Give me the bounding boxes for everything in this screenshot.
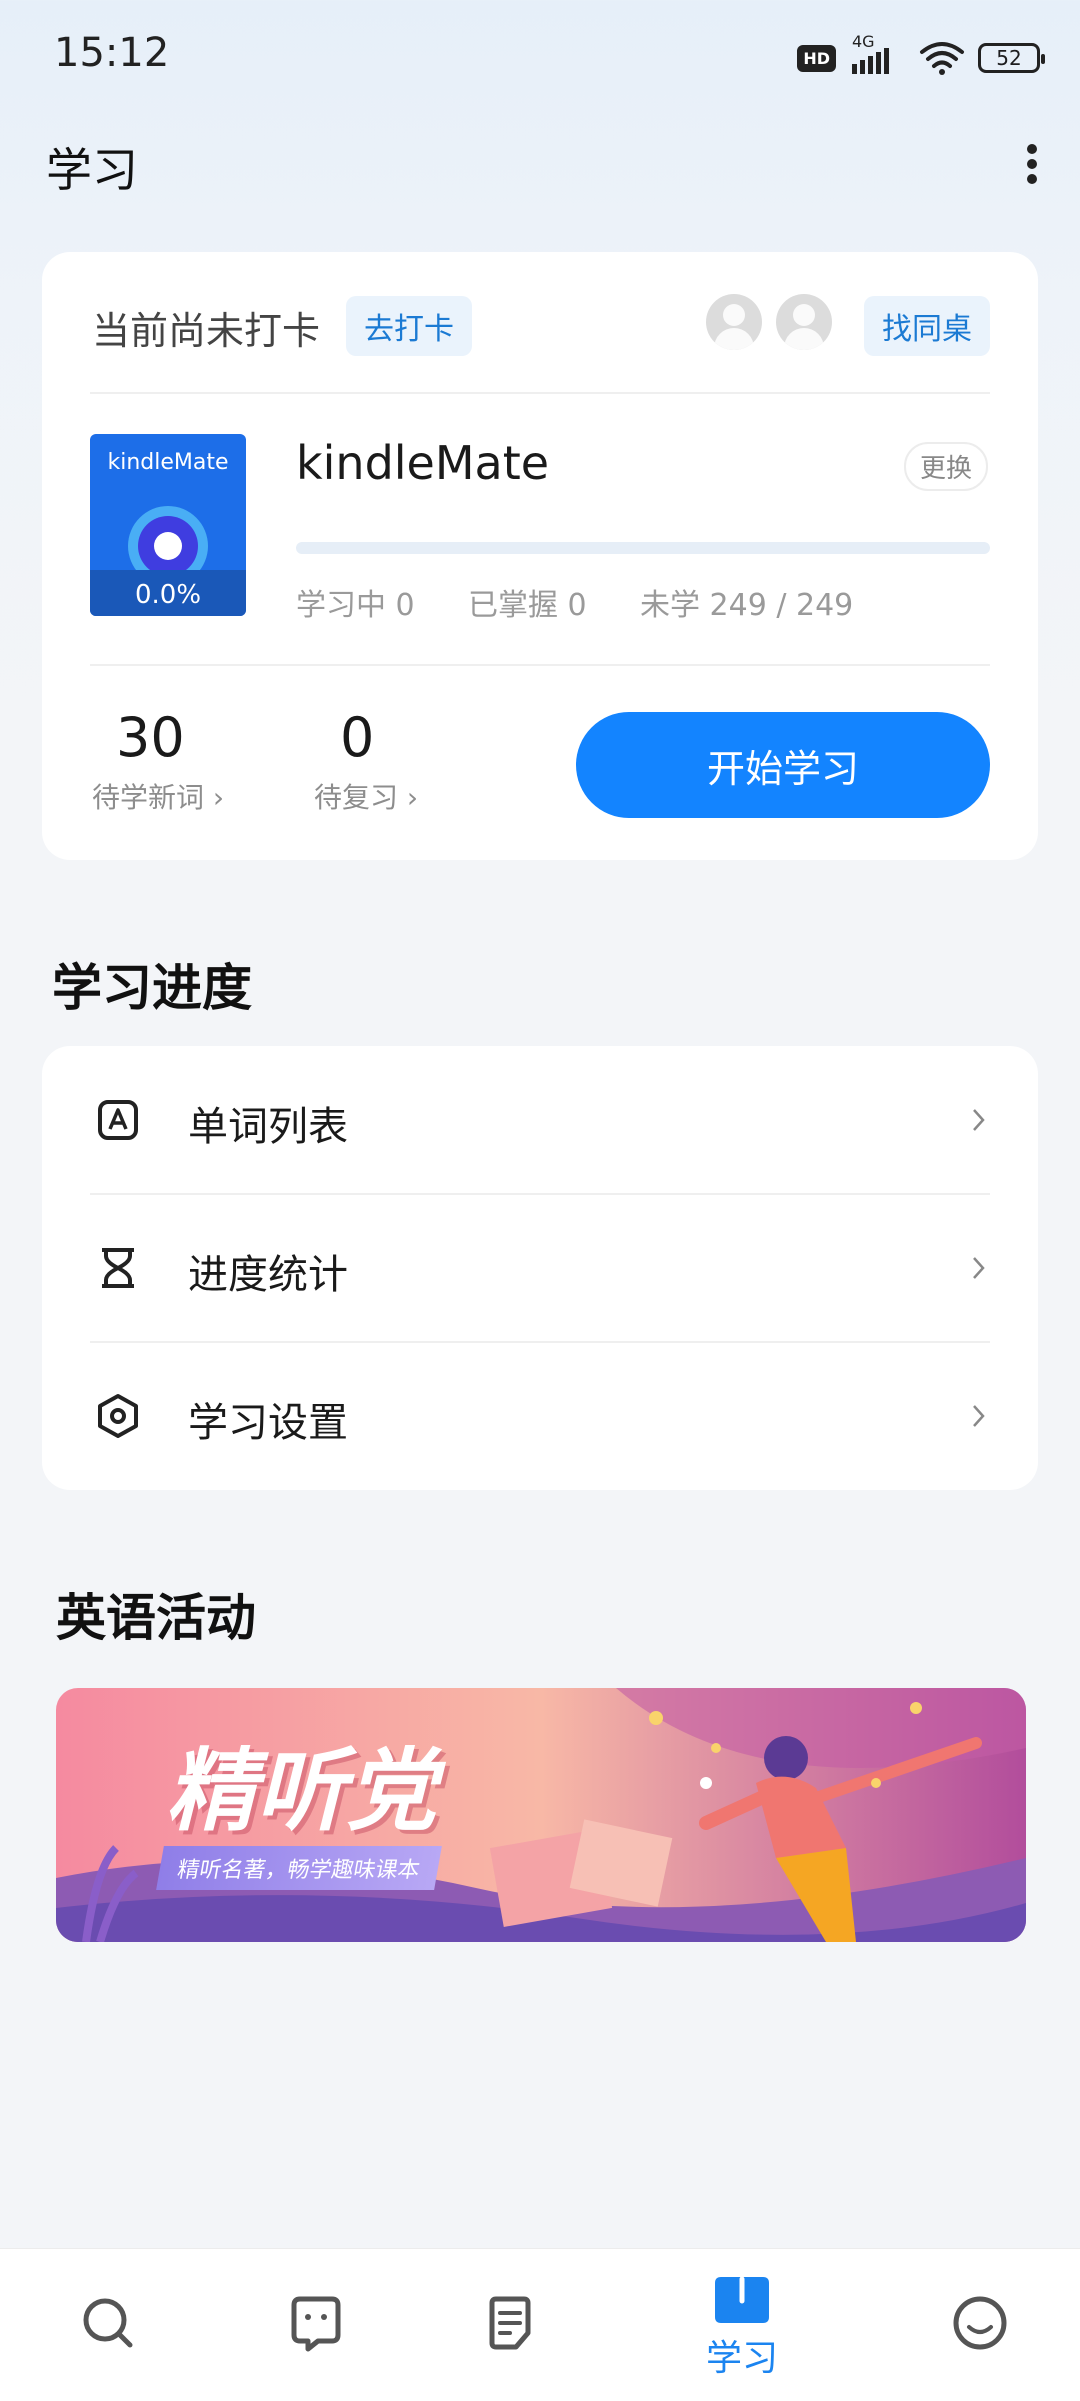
new-words-count[interactable]: 30: [116, 706, 185, 769]
book-cover-percent: 0.0%: [134, 580, 202, 610]
nav-documents[interactable]: [402, 2249, 618, 2401]
activity-banner[interactable]: 精听党 精听名著，畅学趣味课本: [56, 1688, 1026, 1942]
battery-indicator: 52: [978, 43, 1045, 73]
more-options-icon[interactable]: [1012, 136, 1052, 192]
progress-list: 单词列表 进度统计 学习设置: [42, 1046, 1038, 1490]
banner-subtitle: 精听名著，畅学趣味课本: [156, 1846, 442, 1890]
banner-title: 精听党: [166, 1738, 436, 1844]
status-time: 15:12: [54, 30, 170, 76]
hourglass-icon: [102, 1248, 134, 1288]
chevron-right-icon: [973, 1257, 985, 1279]
smile-icon: [953, 2296, 1007, 2350]
bottom-navigation: 学习: [0, 2248, 1080, 2401]
book-cover-title: kindleMate: [107, 450, 229, 475]
status-icons: HD 4G 52: [797, 30, 1045, 86]
nav-discover[interactable]: [0, 2249, 216, 2401]
book-progress-bar: [296, 542, 990, 554]
new-words-link[interactable]: 待学新词 ›: [92, 776, 224, 816]
list-item-label: 进度统计: [188, 1252, 348, 1298]
battery-level: 52: [996, 46, 1022, 70]
page-title: 学习: [46, 143, 138, 197]
divider: [90, 392, 990, 394]
start-study-button[interactable]: 开始学习: [576, 712, 990, 818]
book-cover[interactable]: kindleMate 0.0%: [90, 434, 246, 616]
divider: [90, 664, 990, 666]
stat-unlearned: 未学 249 / 249: [640, 588, 854, 623]
partner-avatar[interactable]: [776, 294, 832, 350]
partner-avatar[interactable]: [706, 294, 762, 350]
checkin-button[interactable]: 去打卡: [346, 296, 472, 356]
review-link[interactable]: 待复习 ›: [314, 776, 418, 816]
list-item-label: 学习设置: [188, 1400, 348, 1446]
nav-study[interactable]: 学习: [634, 2249, 850, 2401]
list-item-study-settings[interactable]: 学习设置: [42, 1342, 1038, 1490]
activity-section-title: 英语活动: [56, 1589, 256, 1647]
list-item-progress-stats[interactable]: 进度统计: [42, 1194, 1038, 1342]
stat-learning: 学习中 0: [296, 588, 415, 623]
nav-chat[interactable]: [208, 2249, 424, 2401]
signal-icon: 4G: [848, 32, 906, 78]
chevron-right-icon: [973, 1405, 985, 1427]
study-card: 当前尚未打卡 去打卡 找同桌 kindleMate 0.0% kindleMat…: [42, 252, 1038, 860]
book-icon: [715, 2276, 769, 2323]
list-item-label: 单词列表: [188, 1104, 348, 1150]
change-book-button[interactable]: 更换: [903, 442, 988, 491]
settings-icon: [98, 1394, 138, 1438]
nav-study-label: 学习: [705, 2338, 778, 2379]
hd-badge: HD: [797, 44, 836, 72]
wifi-icon: [920, 42, 964, 75]
book-title: kindleMate: [296, 436, 550, 490]
find-partner-button[interactable]: 找同桌: [864, 296, 990, 356]
list-item-word-list[interactable]: 单词列表: [42, 1046, 1038, 1194]
chat-icon: [291, 2296, 341, 2352]
status-bar: 15:12 HD 4G 52: [0, 0, 1080, 110]
network-label: 4G: [852, 32, 875, 51]
review-count[interactable]: 0: [340, 706, 374, 769]
checkin-status: 当前尚未打卡: [92, 309, 321, 353]
nav-profile[interactable]: [872, 2249, 1080, 2401]
search-icon: [83, 2298, 133, 2348]
word-list-icon: [98, 1100, 138, 1140]
document-icon: [489, 2296, 531, 2350]
progress-section-title: 学习进度: [52, 959, 252, 1017]
chevron-right-icon: [973, 1109, 985, 1131]
stat-mastered: 已掌握 0: [468, 588, 587, 623]
